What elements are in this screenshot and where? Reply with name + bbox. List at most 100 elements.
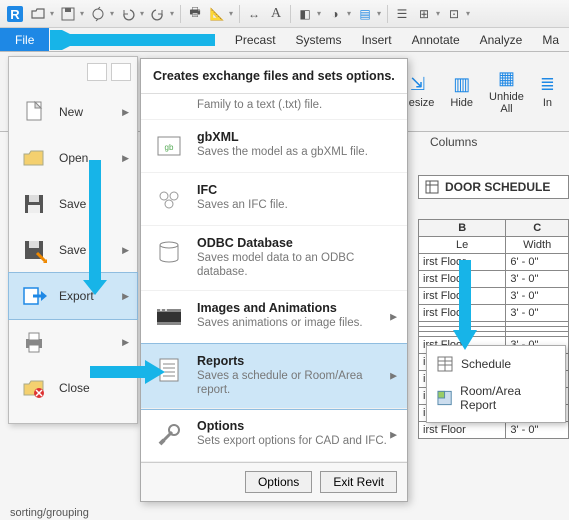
qat-undo-icon[interactable]: [118, 4, 138, 24]
qat-sync-icon[interactable]: [88, 4, 108, 24]
qat-3d-icon[interactable]: ◧: [295, 4, 315, 24]
table-row[interactable]: irst Floor3' - 0": [419, 422, 569, 439]
export-item-desc: Saves animations or image files.: [197, 316, 395, 330]
reports-flyout: Schedule Room/Area Report: [426, 345, 566, 423]
dd-icon[interactable]: ▾: [170, 9, 176, 18]
filemenu-close[interactable]: Close: [9, 365, 137, 411]
dd-icon[interactable]: ▾: [110, 9, 116, 18]
export-icon: [19, 283, 49, 309]
export-item-desc: Saves the model as a gbXML file.: [197, 145, 395, 159]
export-item-odbc[interactable]: ODBC DatabaseSaves model data to an ODBC…: [141, 226, 407, 291]
options-icon: [153, 419, 185, 451]
export-item-title: Reports: [197, 354, 395, 368]
export-item-ifc[interactable]: IFCSaves an IFC file.: [141, 173, 407, 226]
saveas-icon: [19, 237, 49, 263]
svg-text:gb: gb: [165, 143, 174, 152]
open-docs-icon[interactable]: [111, 63, 131, 81]
export-item-title: gbXML: [197, 130, 395, 144]
flyout-roomarea[interactable]: Room/Area Report: [427, 378, 565, 418]
qat-plan-icon[interactable]: ▤: [355, 4, 375, 24]
export-item-images[interactable]: Images and AnimationsSaves animations or…: [141, 291, 407, 344]
chevron-right-icon: ▶: [390, 429, 397, 440]
export-item-title: IFC: [197, 183, 395, 197]
qat-thin-icon[interactable]: ☰: [392, 4, 412, 24]
qat-switch-icon[interactable]: ⊡: [444, 4, 464, 24]
filemenu-save[interactable]: Save: [9, 181, 137, 227]
tab-hidden[interactable]: [49, 28, 188, 51]
export-item-reports[interactable]: ReportsSaves a schedule or Room/Area rep…: [141, 344, 407, 409]
exit-revit-button[interactable]: Exit Revit: [320, 471, 397, 493]
filemenu-open[interactable]: Open ▶: [9, 135, 137, 181]
dd-icon[interactable]: ▾: [140, 9, 146, 18]
recent-docs-icon[interactable]: [87, 63, 107, 81]
truncated-text: sorting/grouping: [10, 507, 89, 519]
col-name-width: Width: [506, 237, 569, 254]
dd-icon[interactable]: ▾: [229, 9, 235, 18]
tab-annotate[interactable]: Annotate: [402, 28, 470, 51]
file-menu: New▶ Open ▶ SaveSave A▶ Export ▶ ▶ Close: [8, 56, 138, 424]
unhide-icon: ▦: [498, 68, 515, 89]
tab-steel[interactable]: eel: [189, 28, 225, 51]
tab-massing[interactable]: Ma: [532, 28, 569, 51]
col-letter-c: C: [506, 220, 569, 237]
filemenu-new[interactable]: New▶: [9, 89, 137, 135]
filemenu-label: Save A: [59, 243, 97, 257]
qat-section-icon[interactable]: ◑: [325, 4, 345, 24]
export-item-options[interactable]: OptionsSets export options for CAD and I…: [141, 409, 407, 462]
ribbon-unhide[interactable]: ▦Unhide All: [481, 52, 532, 131]
qat-redo-icon[interactable]: [148, 4, 168, 24]
ribbon-insert[interactable]: ≣In: [532, 52, 563, 131]
chevron-right-icon: ▶: [390, 370, 397, 381]
filemenu-label: Close: [59, 381, 90, 395]
ribbon-tabs: File eel Precast Systems Insert Annotate…: [0, 28, 569, 52]
schedule-icon: [437, 356, 453, 372]
col-letter-b: B: [419, 220, 506, 237]
filemenu-export[interactable]: Export ▶: [9, 273, 137, 319]
schedule-icon: [425, 180, 439, 194]
dd-icon[interactable]: ▾: [80, 9, 86, 18]
file-menu-top-icons: [9, 61, 137, 89]
tab-analyze[interactable]: Analyze: [470, 28, 533, 51]
qat-save-icon[interactable]: [58, 4, 78, 24]
tab-insert[interactable]: Insert: [352, 28, 402, 51]
separator: [180, 5, 181, 23]
dd-icon[interactable]: ▾: [50, 9, 56, 18]
filemenu-saveas[interactable]: Save A▶: [9, 227, 137, 273]
flyout-schedule-label: Schedule: [461, 357, 511, 371]
dd-icon[interactable]: ▾: [377, 9, 383, 18]
export-item-gbxml[interactable]: gb gbXMLSaves the model as a gbXML file.: [141, 120, 407, 173]
tab-precast[interactable]: Precast: [225, 28, 286, 51]
table-row[interactable]: irst Floor6' - 0": [419, 254, 569, 271]
flyout-schedule[interactable]: Schedule: [427, 350, 565, 378]
qat-dim-icon[interactable]: ↔: [244, 4, 264, 24]
dd-icon[interactable]: ▾: [466, 9, 472, 18]
options-button[interactable]: Options: [245, 471, 312, 493]
cell-width: 3' - 0": [506, 305, 569, 322]
qat-open-icon[interactable]: [28, 4, 48, 24]
ribbon-hide[interactable]: ▥Hide: [442, 52, 481, 131]
cell-level: irst Floor: [419, 288, 506, 305]
qat-measure-icon[interactable]: 📐: [207, 4, 227, 24]
export-item-family-truncated[interactable]: Family to a text (.txt) file.: [141, 94, 407, 120]
tab-systems[interactable]: Systems: [286, 28, 352, 51]
cell-level: irst Floor: [419, 254, 506, 271]
table-row[interactable]: irst Floor3' - 0": [419, 271, 569, 288]
dd-icon[interactable]: ▾: [317, 9, 323, 18]
table-row[interactable]: irst Floor3' - 0": [419, 305, 569, 322]
insert-icon: ≣: [540, 74, 555, 95]
table-row[interactable]: irst Floor3' - 0": [419, 288, 569, 305]
chevron-right-icon: ▶: [122, 291, 129, 302]
dd-icon[interactable]: ▾: [347, 9, 353, 18]
filemenu-label: Open: [59, 151, 88, 165]
qat-print-icon[interactable]: 🖶: [185, 4, 205, 24]
qat-text-icon[interactable]: A: [266, 4, 286, 24]
filemenu-print[interactable]: ▶: [9, 319, 137, 365]
tab-file[interactable]: File: [0, 28, 49, 51]
revit-logo-icon[interactable]: R: [4, 3, 26, 25]
qat-close-hidden-icon[interactable]: ⊞: [414, 4, 434, 24]
filemenu-label: Export: [59, 289, 94, 303]
svg-text:R: R: [10, 7, 20, 22]
dd-icon[interactable]: ▾: [436, 9, 442, 18]
separator: [239, 5, 240, 23]
chevron-right-icon: ▶: [122, 153, 129, 164]
